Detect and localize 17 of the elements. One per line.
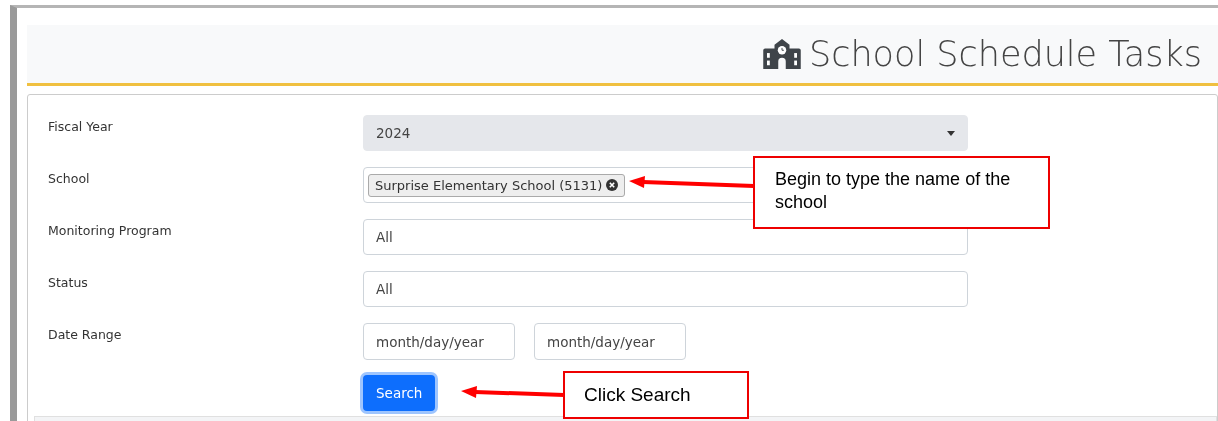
school-building-icon <box>762 39 801 69</box>
callout-tooltip: Click Search <box>563 371 749 419</box>
school-tag: Surprise Elementary School (5131) <box>368 173 626 197</box>
field-label: Date Range <box>48 326 123 344</box>
fiscal-year-select[interactable]: 2024 <box>363 115 968 151</box>
field-label: School <box>48 170 91 188</box>
field-label: Fiscal Year <box>48 118 114 136</box>
field-label: Status <box>48 274 89 292</box>
date-field[interactable]: month/day/year <box>534 323 686 360</box>
caret-icon <box>947 130 955 136</box>
select-field[interactable]: All <box>363 271 968 307</box>
callout-tooltip: Begin to type the name of the school <box>753 156 1050 229</box>
page-title: School Schedule Tasks <box>808 34 1202 74</box>
search-button[interactable]: Search <box>363 375 436 411</box>
remove-icon[interactable] <box>606 179 619 191</box>
field-label: Monitoring Program <box>48 222 173 240</box>
date-field[interactable]: month/day/year <box>363 323 515 360</box>
